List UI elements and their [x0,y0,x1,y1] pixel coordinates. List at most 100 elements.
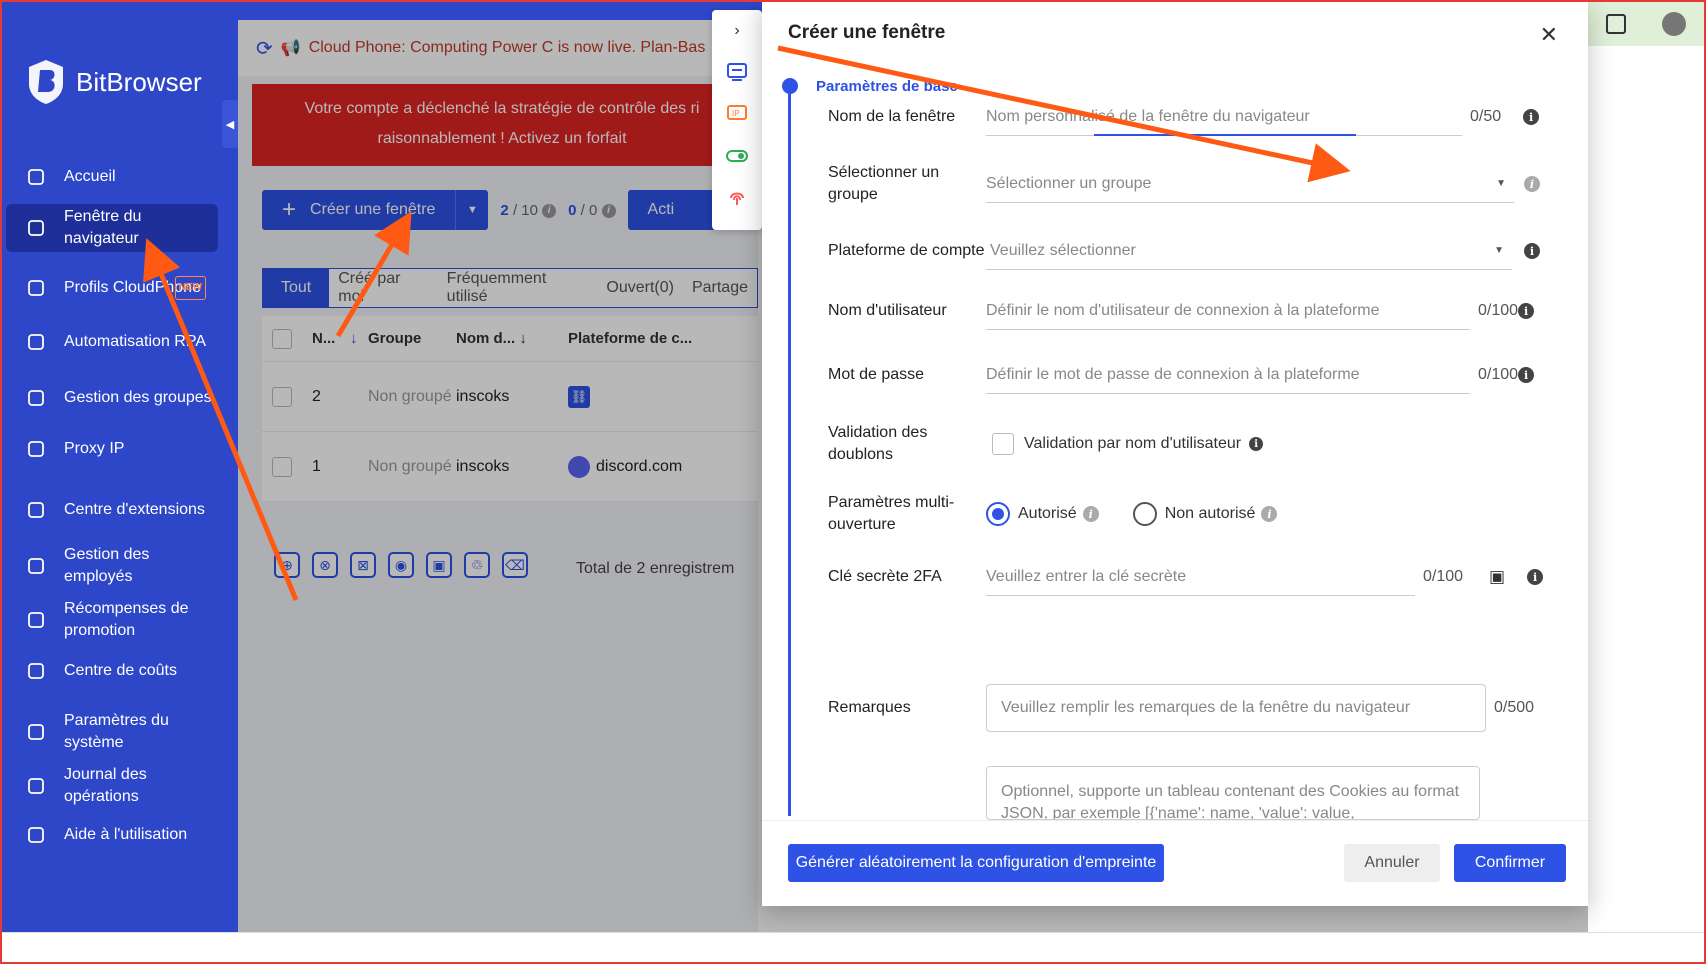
secret-2fa-input[interactable]: Veuillez entrer la clé secrète [986,558,1415,596]
sidebar-item-12[interactable]: Journal des opérations [6,762,218,810]
group-label: Sélectionner un groupe [828,164,940,203]
group-select[interactable]: Sélectionner un groupe ▼ [986,165,1514,203]
info-icon[interactable]: i [1261,506,1278,522]
password-label: Mot de passe [828,366,925,383]
dedupe-label: Validation des doublons [828,424,928,463]
sidebar-item-10[interactable]: Centre de coûts [6,654,218,688]
monitor-icon[interactable] [726,62,748,82]
window-name-label: Nom de la fenêtre [828,108,956,125]
sidebar-item-label: Journal des opérations [64,766,147,805]
section-marker [782,78,798,94]
random-fingerprint-button[interactable]: Générer aléatoirement la configuration d… [788,844,1164,882]
sidebar-item-9[interactable]: Récompenses de promotion [6,596,218,644]
not-allowed-label[interactable]: Non autorisé [1165,505,1256,523]
sidebar-item-label: Centre de coûts [64,662,177,679]
fingerprint-icon[interactable] [726,188,748,208]
window-name-count: 0/50 [1470,108,1502,125]
app-logo: BitBrowser [26,58,202,106]
info-icon[interactable]: i [1523,109,1540,125]
sidebar-item-label: Proxy IP [64,440,125,457]
secret-2fa-label: Clé secrète 2FA [828,568,942,585]
row-multi-open: Paramètres multi-ouverture Autorisé i No… [828,492,1548,536]
sidebar-item-label: Gestion des employés [64,546,150,585]
sidebar-item-label: Fenêtre du navigateur [64,208,142,247]
remarks-input[interactable]: Veuillez remplir les remarques de la fen… [986,684,1486,732]
dialog-title: Créer une fenêtre [788,22,946,43]
info-icon[interactable]: i [1518,303,1535,319]
password-count: 0/100 [1478,366,1519,383]
remarks-label: Remarques [828,699,911,716]
sidebar-item-11[interactable]: Paramètres du système [6,708,218,756]
chevron-down-icon: ▼ [1494,245,1504,256]
browser-extension-bar [1588,2,1704,46]
sidebar-item-2[interactable]: Fenêtre du navigateur [6,204,218,252]
sidebar-item-7[interactable]: Centre d'extensions [6,486,218,534]
sidebar-item-5[interactable]: Gestion des groupes [6,374,218,422]
bottom-strip [0,932,1706,964]
allowed-label[interactable]: Autorisé [1018,505,1077,523]
layers-icon [26,388,46,408]
sidebar-item-label: Accueil [64,168,116,185]
sidebar-item-8[interactable]: Gestion des employés [6,542,218,590]
users-icon [26,556,46,576]
section-title: Paramètres de base [816,78,958,95]
sidebar-item-13[interactable]: Aide à l'utilisation [6,818,218,852]
not-allowed-radio[interactable] [1132,502,1157,526]
sidebar-item-4[interactable]: Automatisation RPA [6,318,218,366]
window-name-input[interactable]: Nom personnalisé de la fenêtre du naviga… [986,98,1462,136]
sidebar-item-label: Centre d'extensions [64,501,205,518]
cube-icon [26,500,46,520]
row-window-name: Nom de la fenêtre Nom personnalisé de la… [828,98,1548,136]
row-platform: Plateforme de compte Veuillez sélectionn… [828,232,1548,270]
extension-puzzle-icon[interactable] [1606,14,1626,34]
row-group: Sélectionner un groupe Sélectionner un g… [828,162,1548,206]
sidebar-item-label: Automatisation RPA [64,333,206,350]
allowed-radio[interactable] [986,502,1010,526]
info-icon[interactable]: i [1249,437,1264,451]
toggle-icon[interactable] [726,146,748,166]
username-input[interactable]: Définir le nom d'utilisateur de connexio… [986,292,1470,330]
sidebar-item-1[interactable]: Accueil [6,160,218,194]
add-image-icon[interactable]: ▣ [1489,567,1505,587]
location-icon [26,439,46,459]
info-icon[interactable]: i [1527,569,1544,585]
new-badge: NEW [174,276,206,300]
sidebar-item-6[interactable]: Proxy IP [6,432,218,466]
confirm-button[interactable]: Confirmer [1454,844,1566,882]
app-name: BitBrowser [76,66,202,97]
remarks-count: 0/500 [1494,699,1535,716]
info-icon[interactable]: i [1518,367,1535,383]
sidebar-item-label: Gestion des groupes [64,389,212,406]
info-icon[interactable]: i [1524,176,1540,192]
row-password: Mot de passe Définir le mot de passe de … [828,356,1548,394]
info-icon[interactable]: i [1082,506,1099,522]
dollar-icon [26,610,46,630]
row-remarks: Remarques Veuillez remplir les remarques… [828,684,1548,732]
home-icon [26,167,46,187]
cancel-button[interactable]: Annuler [1344,844,1440,882]
chevron-right-icon[interactable]: › [734,22,739,40]
password-input[interactable]: Définir le mot de passe de connexion à l… [986,356,1470,394]
sidebar-collapse-button[interactable]: ◀ [222,100,238,148]
sidebar-item-label: Aide à l'utilisation [64,826,188,843]
cloud-phone-icon [26,278,46,298]
dedupe-option-label[interactable]: Validation par nom d'utilisateur [1024,435,1241,453]
platform-select[interactable]: Veuillez sélectionner ▼ [986,232,1512,270]
close-icon[interactable]: ✕ [1540,22,1558,48]
bitbrowser-logo-icon [29,60,63,104]
floating-toolbar: › IP [712,10,762,230]
robot-icon [26,332,46,352]
platform-label: Plateforme de compte [828,242,985,259]
settings-icon [26,722,46,742]
chevron-down-icon: ▼ [1496,178,1506,189]
username-count: 0/100 [1478,302,1519,319]
info-icon[interactable]: i [1524,243,1540,259]
create-window-dialog: Créer une fenêtre ✕ Paramètres de base N… [762,2,1588,906]
ip-icon[interactable]: IP [726,104,748,124]
sidebar-item-3[interactable]: Profils CloudPhone NEW [6,264,218,312]
cookies-textarea[interactable]: Optionnel, supporte un tableau contenant… [986,766,1480,820]
dedupe-checkbox[interactable] [992,433,1014,455]
avatar[interactable] [1662,12,1686,36]
help-icon [26,825,46,845]
username-label: Nom d'utilisateur [828,302,947,319]
